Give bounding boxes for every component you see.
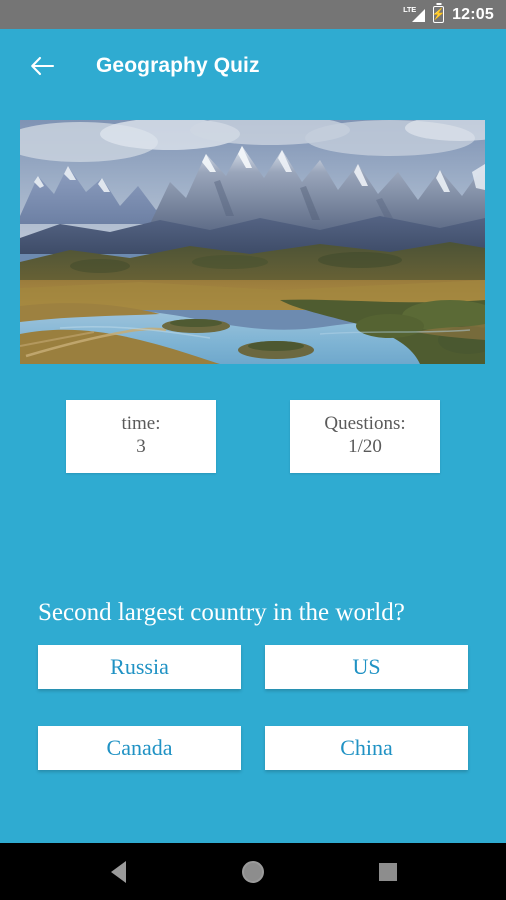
answer-option-2[interactable]: US xyxy=(265,645,468,689)
signal-triangle xyxy=(412,8,426,22)
nav-recents-button[interactable] xyxy=(364,848,412,896)
back-button[interactable] xyxy=(18,42,66,90)
questions-card: Questions: 1/20 xyxy=(290,400,440,473)
charging-bolt-glyph: ⚡ xyxy=(431,8,446,20)
signal-bars-icon: LTE xyxy=(403,5,426,24)
phone-screen: LTE ⚡ 12:05 Geography Quiz time: 3 Quest… xyxy=(0,0,506,900)
timer-value: 3 xyxy=(136,436,146,458)
battery-charging-icon: ⚡ xyxy=(431,6,446,23)
timer-card: time: 3 xyxy=(66,400,216,473)
answer-options: Russia US Canada China xyxy=(38,645,468,770)
android-nav-bar xyxy=(0,843,506,900)
circle-home-icon xyxy=(242,860,264,883)
arrow-left-icon xyxy=(31,56,55,76)
timer-label: time: xyxy=(121,413,161,435)
answer-option-3[interactable]: Canada xyxy=(38,726,241,770)
status-bar-clock: 12:05 xyxy=(452,5,494,23)
nav-back-button[interactable] xyxy=(94,848,142,896)
square-recents-icon xyxy=(379,862,397,881)
page-title: Geography Quiz xyxy=(96,54,260,77)
status-bar-icons: LTE ⚡ 12:05 xyxy=(403,5,494,24)
status-bar: LTE ⚡ 12:05 xyxy=(0,0,506,29)
questions-label: Questions: xyxy=(324,413,406,435)
nav-home-button[interactable] xyxy=(229,848,277,896)
answer-option-4[interactable]: China xyxy=(265,726,468,770)
landscape-illustration xyxy=(20,120,485,364)
question-text: Second largest country in the world? xyxy=(38,599,405,626)
questions-value: 1/20 xyxy=(348,436,382,458)
triangle-back-icon xyxy=(110,860,126,883)
answer-option-1[interactable]: Russia xyxy=(38,645,241,689)
quiz-hero-image xyxy=(20,120,485,364)
app-bar: Geography Quiz xyxy=(0,29,506,103)
